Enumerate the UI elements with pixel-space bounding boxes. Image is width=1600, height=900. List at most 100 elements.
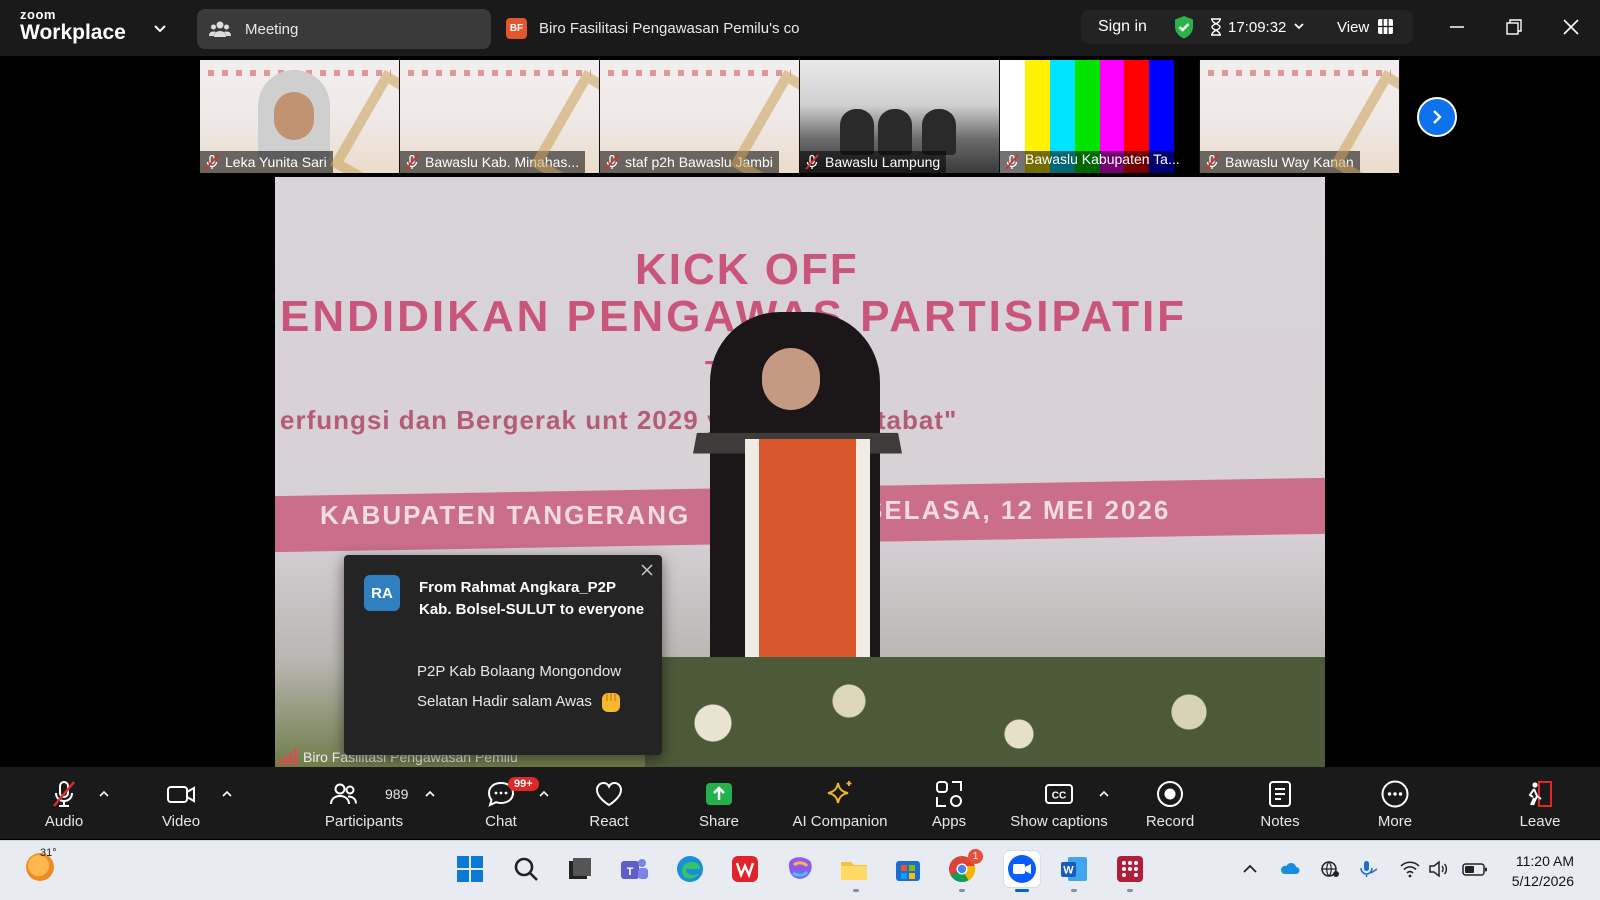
app-grid-icon[interactable] [1114, 853, 1146, 885]
sign-in-button[interactable]: Sign in [1098, 18, 1147, 36]
restore-icon[interactable] [1503, 16, 1525, 38]
share-label: Share [698, 813, 740, 830]
close-icon[interactable] [640, 563, 654, 577]
task-view-icon[interactable] [564, 853, 596, 885]
more-button[interactable]: More [1370, 767, 1420, 839]
video-button[interactable]: Video [151, 767, 211, 839]
next-page-button[interactable] [1417, 97, 1457, 137]
system-clock[interactable]: 11:20 AM 5/12/2026 [1500, 851, 1574, 891]
gallery-tile[interactable]: Bawaslu Kab. Minahas... [400, 60, 600, 173]
meeting-title: Biro Fasilitasi Pengawasan Pemilu's co [539, 20, 800, 37]
battery-icon[interactable] [1462, 859, 1488, 879]
chat-message-text: P2P Kab Bolaang Mongondow Selatan Hadir … [417, 663, 622, 710]
participant-nameplate: Leka Yunita Sari [200, 151, 333, 173]
file-explorer-icon[interactable] [838, 853, 870, 885]
participants-icon [209, 21, 231, 37]
participant-video-face [258, 70, 330, 162]
chat-sender: From Rahmat Angkara_P2P Kab. Bolsel-SULU… [419, 579, 645, 618]
apps-button[interactable]: Apps [924, 767, 974, 839]
gallery-tile[interactable]: Bawaslu Kabupaten Ta... [1000, 60, 1200, 173]
network-globe-icon[interactable] [1320, 859, 1340, 879]
react-button[interactable]: React [584, 767, 634, 839]
gallery-tile[interactable]: Bawaslu Lampung [800, 60, 1000, 173]
leave-door-icon [1528, 781, 1552, 807]
chevron-up-icon[interactable] [538, 789, 550, 799]
participant-nameplate: Bawaslu Kabupaten Ta... [1000, 151, 1186, 173]
participant-nameplate: Bawaslu Kab. Minahas... [400, 151, 586, 173]
word-icon[interactable]: W [1058, 853, 1090, 885]
record-button[interactable]: Record [1140, 767, 1200, 839]
close-icon[interactable] [1560, 16, 1582, 38]
microphone-in-use-icon[interactable] [1358, 859, 1378, 879]
tab-meeting[interactable]: Meeting [197, 9, 491, 49]
chevron-up-icon[interactable] [424, 789, 436, 799]
zoom-taskbar-button[interactable] [1004, 851, 1040, 887]
chat-notification[interactable]: RA From Rahmat Angkara_P2P Kab. Bolsel-S… [344, 555, 662, 755]
hourglass-icon [1211, 18, 1221, 36]
clock-time: 11:20 AM [1515, 853, 1574, 869]
chevron-up-icon[interactable] [221, 789, 233, 799]
participant-name: Bawaslu Way Kanan [1225, 154, 1354, 170]
microsoft-store-icon[interactable] [892, 853, 924, 885]
apps-icon [936, 781, 962, 807]
copilot-icon[interactable] [784, 853, 816, 885]
participants-button[interactable]: Participants [318, 767, 410, 839]
participants-count: 989 [385, 786, 409, 802]
leave-label: Leave [1519, 813, 1561, 830]
chrome-notification-badge: 1 [968, 849, 983, 864]
os-taskbar: 31° T 1 W 11:20 AM 5/12/2026 [0, 840, 1600, 900]
chevron-up-icon[interactable] [1240, 859, 1260, 879]
onedrive-icon[interactable] [1280, 859, 1300, 879]
audio-button[interactable]: Audio [36, 767, 92, 839]
apps-label: Apps [931, 813, 967, 830]
edge-icon[interactable] [674, 853, 706, 885]
participant-name: Leka Yunita Sari [225, 154, 327, 170]
teams-icon[interactable]: T [618, 853, 650, 885]
volume-icon[interactable] [1428, 859, 1448, 879]
react-label: React [589, 813, 629, 830]
clock-date: 5/12/2026 [1511, 873, 1574, 889]
record-icon [1157, 781, 1183, 807]
chat-message: P2P Kab Bolaang Mongondow Selatan Hadir … [417, 657, 652, 717]
view-button[interactable]: View [1337, 19, 1369, 36]
svg-text:CC: CC [1052, 791, 1066, 802]
participant-nameplate: Bawaslu Lampung [800, 151, 947, 173]
gallery-tile[interactable]: staf p2h Bawaslu Jambi [600, 60, 800, 173]
notes-label: Notes [1260, 813, 1300, 830]
wifi-icon[interactable] [1400, 859, 1420, 879]
gallery-tile[interactable]: Leka Yunita Sari [200, 60, 400, 173]
ai-companion-label: AI Companion [792, 813, 888, 830]
wps-office-icon[interactable] [729, 853, 761, 885]
chevron-down-icon[interactable] [150, 18, 170, 38]
participant-name: Bawaslu Lampung [825, 154, 941, 170]
leave-button[interactable]: Leave [1515, 767, 1565, 839]
notes-icon [1269, 781, 1291, 807]
share-button[interactable]: Share [694, 767, 744, 839]
chevron-up-icon[interactable] [1098, 789, 1110, 799]
avatar: RA [364, 575, 400, 611]
search-icon[interactable] [510, 853, 542, 885]
microphone-muted-icon [205, 154, 219, 170]
shield-check-icon[interactable] [1173, 15, 1195, 39]
chevron-down-icon[interactable] [1292, 19, 1306, 33]
notes-button[interactable]: Notes [1255, 767, 1305, 839]
banner-text: SELASA, 12 MEI 2026 [865, 495, 1171, 525]
record-label: Record [1145, 813, 1195, 830]
running-indicator [1071, 889, 1077, 892]
show-captions-button[interactable]: CC Show captions [1006, 767, 1112, 839]
share-screen-icon [706, 783, 732, 805]
running-indicator [959, 889, 965, 892]
grid-view-icon[interactable] [1378, 19, 1393, 34]
windows-start-icon[interactable] [454, 853, 486, 885]
ai-companion-button[interactable]: AI Companion [788, 767, 892, 839]
sparkle-icon [827, 781, 852, 804]
meeting-avatar-badge: BF [506, 18, 527, 39]
participant-name: Bawaslu Kabupaten Ta... [1025, 151, 1180, 167]
chevron-up-icon[interactable] [98, 789, 110, 799]
minimize-icon[interactable] [1446, 16, 1468, 38]
participant-figure [922, 109, 956, 155]
banner-text: KABUPATEN TANGERANG [320, 500, 691, 530]
signal-strength-icon [279, 749, 297, 765]
gallery-tile[interactable]: Bawaslu Way Kanan [1200, 60, 1400, 173]
participants-label: Participants [324, 813, 404, 830]
